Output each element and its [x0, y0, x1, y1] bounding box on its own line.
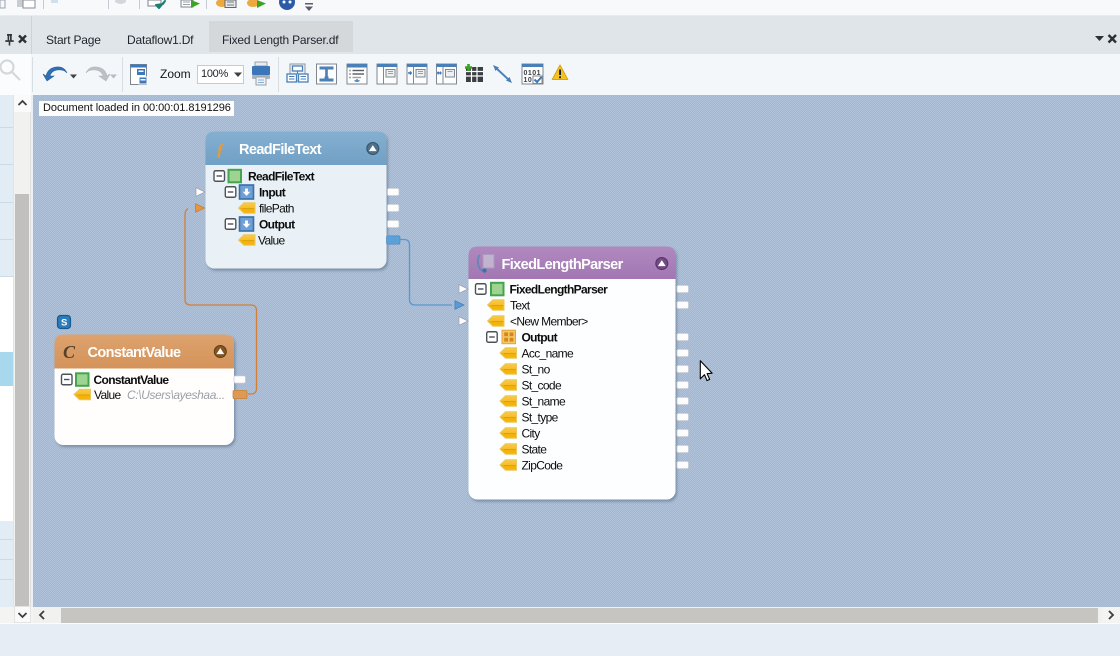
- svg-text:Output: Output: [522, 330, 558, 344]
- svg-text:St_name: St_name: [522, 394, 566, 408]
- svg-text:City: City: [522, 426, 541, 440]
- svg-text:FixedLengthParser: FixedLengthParser: [502, 257, 624, 273]
- svg-text:ReadFileText: ReadFileText: [239, 142, 322, 158]
- svg-text:ConstantValue: ConstantValue: [94, 373, 170, 387]
- svg-text:Value: Value: [258, 233, 286, 247]
- svg-text:FixedLengthParser: FixedLengthParser: [510, 282, 609, 296]
- svg-text:C: C: [63, 342, 76, 362]
- svg-text:S: S: [61, 318, 67, 329]
- svg-text:Acc_name: Acc_name: [522, 346, 574, 360]
- svg-text:ConstantValue: ConstantValue: [88, 345, 181, 361]
- svg-text:State: State: [522, 442, 548, 456]
- svg-text:St_no: St_no: [522, 362, 551, 376]
- svg-text:Output: Output: [259, 217, 295, 231]
- svg-text:Text: Text: [510, 298, 531, 312]
- svg-text:St_code: St_code: [522, 378, 562, 392]
- svg-text:ZipCode: ZipCode: [522, 458, 564, 472]
- svg-text:St_type: St_type: [522, 410, 559, 424]
- svg-text:Value: Value: [94, 388, 122, 402]
- svg-text:ReadFileText: ReadFileText: [248, 169, 315, 183]
- svg-text:filePath: filePath: [259, 201, 294, 215]
- svg-text:Input: Input: [259, 185, 286, 199]
- svg-text:ƒ: ƒ: [216, 140, 225, 159]
- svg-text:C:\Users\ayeshaa...: C:\Users\ayeshaa...: [127, 388, 225, 402]
- svg-text:<New Member>: <New Member>: [510, 314, 588, 328]
